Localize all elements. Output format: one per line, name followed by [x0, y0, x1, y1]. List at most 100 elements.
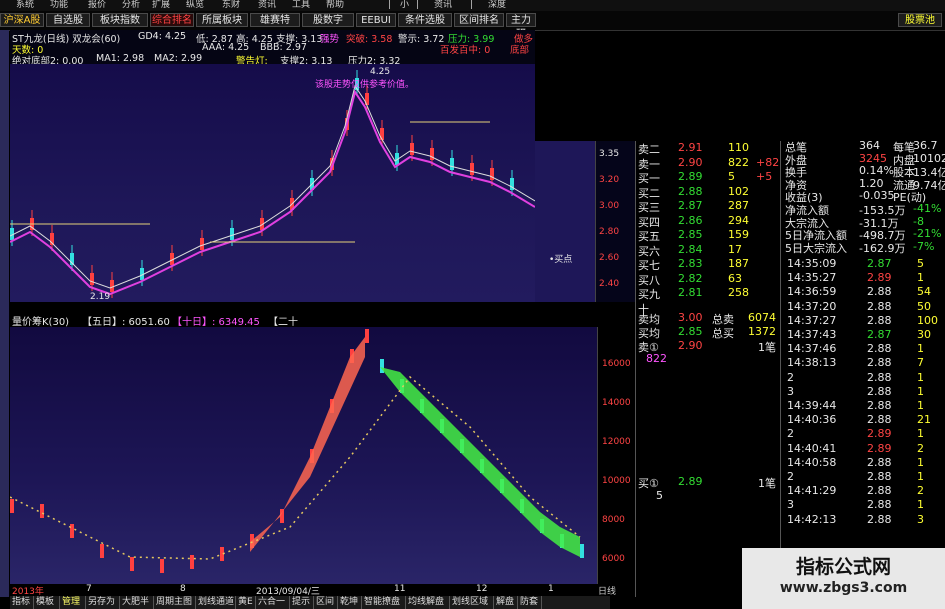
order-level-price: 2.91: [678, 141, 703, 154]
date-axis-mark: 7: [86, 584, 92, 594]
volume-candle: [160, 559, 164, 573]
stat-value: 1.20: [859, 176, 884, 190]
date-axis-mark: 8: [180, 584, 186, 594]
stock-pool-logo[interactable]: 股票池: [898, 13, 942, 27]
menu-item[interactable]: |: [470, 0, 473, 11]
menu-item[interactable]: 报价: [88, 0, 106, 11]
tick-volume: 54: [917, 285, 931, 299]
menu-item[interactable]: 扩展: [152, 0, 170, 11]
candle-body: [450, 158, 454, 170]
menu-item[interactable]: |: [416, 0, 419, 11]
stat-value: -162.9万: [859, 241, 906, 255]
order-level-price: 2.84: [678, 242, 703, 256]
tick-time: 14:42:13: [787, 512, 837, 526]
menu-item[interactable]: |: [388, 0, 391, 11]
menu-item[interactable]: 深度: [488, 0, 506, 11]
market-selector[interactable]: 沪深A股: [0, 13, 44, 27]
buy1-sub: 5: [656, 489, 663, 502]
indicator-tab[interactable]: 均线解盘: [406, 596, 450, 609]
menu-item[interactable]: 工具: [292, 0, 310, 11]
menu-item[interactable]: 小: [400, 0, 409, 11]
toolbar-button[interactable]: 板块指数: [92, 13, 148, 27]
indicator-gd4: GD4: 4.25: [138, 31, 187, 42]
menu-item[interactable]: 功能: [50, 0, 68, 11]
toolbar-button[interactable]: 所属板块: [196, 13, 248, 27]
tick-time: 14:37:46: [787, 342, 837, 356]
volume-candle: [580, 544, 584, 558]
menu-item[interactable]: 分析: [122, 0, 140, 11]
indicator-tab[interactable]: 大肥半: [120, 596, 154, 609]
indicator-tab[interactable]: 管理: [60, 596, 86, 609]
tick-price: 2.88: [867, 512, 892, 526]
tick-time: 2: [787, 470, 794, 483]
indicator-tab[interactable]: 提示: [290, 596, 314, 609]
indicator-hit: 百发百中: 0: [440, 45, 491, 56]
tick-price: 2.88: [867, 313, 892, 327]
tick-time: 14:35:27: [787, 271, 837, 285]
indicator-tab[interactable]: 智能撩盘: [362, 596, 406, 609]
order-level-volume: 63: [728, 271, 742, 285]
tick-time: 14:41:29: [787, 484, 837, 498]
menu-item[interactable]: 系统: [16, 0, 34, 11]
tick-price: 2.88: [867, 384, 892, 398]
menu-item[interactable]: 帮助: [326, 0, 344, 11]
indicator-tab[interactable]: 周期主图: [154, 596, 196, 609]
date-axis-mark: 1: [548, 584, 554, 594]
order-level-price: 2.89: [678, 170, 703, 183]
volume-indicator-name: 量价筹K(30): [12, 317, 70, 328]
volume-chart[interactable]: [9, 327, 597, 584]
order-book-panel: 卖二 2.91 110 卖一 2.90 822 +822 买一 2.89 5 +5 买二 2.88 102…: [635, 141, 786, 597]
toolbar-button[interactable]: 条件选股: [398, 13, 452, 27]
order-level-volume: 159: [728, 228, 749, 241]
candle-body: [230, 228, 234, 240]
toolbar-button[interactable]: 股数字: [302, 13, 354, 27]
tick-volume: 1: [917, 271, 924, 285]
toolbar-button[interactable]: 主力研: [506, 13, 536, 40]
period-label[interactable]: 日线: [598, 584, 635, 597]
indicator-tab[interactable]: 模板: [34, 596, 60, 609]
menu-item[interactable]: 纵览: [186, 0, 204, 11]
stat-value: -0.035: [859, 189, 895, 203]
order-level-price: 2.90: [678, 155, 703, 169]
indicator-tab[interactable]: 黄E: [236, 596, 256, 609]
indicator-tab[interactable]: 乾坤: [338, 596, 362, 609]
volume-scale-label: 6000: [602, 554, 625, 564]
tick-time: 2: [787, 427, 794, 441]
tick-volume: 3: [917, 512, 924, 526]
volume-candle: [190, 555, 194, 569]
indicator-tab[interactable]: 划线通道: [196, 596, 236, 609]
order-level-volume: 5: [728, 170, 735, 183]
toolbar-button[interactable]: EEBUI: [356, 13, 396, 27]
buy1-count: 1笔: [758, 477, 776, 490]
indicator-ma1: MA1: 2.98: [96, 53, 145, 64]
toolbar-button[interactable]: 区间排名: [454, 13, 504, 27]
buy1-price: 2.89: [678, 475, 703, 488]
volume-scale-label: 12000: [602, 437, 631, 447]
toolbar-button[interactable]: 自选股: [46, 13, 90, 27]
indicator-tab[interactable]: 解盘: [494, 596, 518, 609]
total-buy-volume: 1372: [748, 325, 776, 338]
price-scale-label: 3.20: [599, 175, 620, 185]
toolbar-button[interactable]: 雄赛特: [250, 13, 300, 27]
price-chart[interactable]: 该股走势仅供参考价值。 4.25 2.19: [9, 64, 539, 302]
indicator-tab[interactable]: 指标: [10, 596, 34, 609]
menu-item[interactable]: 东财: [222, 0, 240, 11]
indicator-tab[interactable]: 区间: [314, 596, 338, 609]
menu-item[interactable]: 资讯: [434, 0, 452, 11]
volume-band-up: [250, 337, 365, 552]
order-level-price: 2.87: [678, 199, 703, 212]
sell1-price: 2.90: [678, 339, 703, 352]
menu-item[interactable]: 资讯: [258, 0, 276, 11]
tick-time: 14:36:59: [787, 285, 837, 299]
indicator-tab[interactable]: 划线区域: [450, 596, 494, 609]
tick-volume: 30: [917, 328, 931, 341]
chart-high-label: 4.25: [370, 67, 391, 77]
indicator-tab[interactable]: 六合一: [256, 596, 290, 609]
toolbar-button[interactable]: 综合排名: [150, 13, 194, 27]
price-scale-label: 3.35: [599, 149, 620, 159]
price-chart-canvas[interactable]: [9, 64, 539, 302]
indicator-tab[interactable]: 另存为: [86, 596, 120, 609]
indicator-tab[interactable]: 防套: [518, 596, 542, 609]
volume-chart-canvas[interactable]: [9, 327, 597, 584]
order-level-volume: 258: [728, 286, 749, 299]
